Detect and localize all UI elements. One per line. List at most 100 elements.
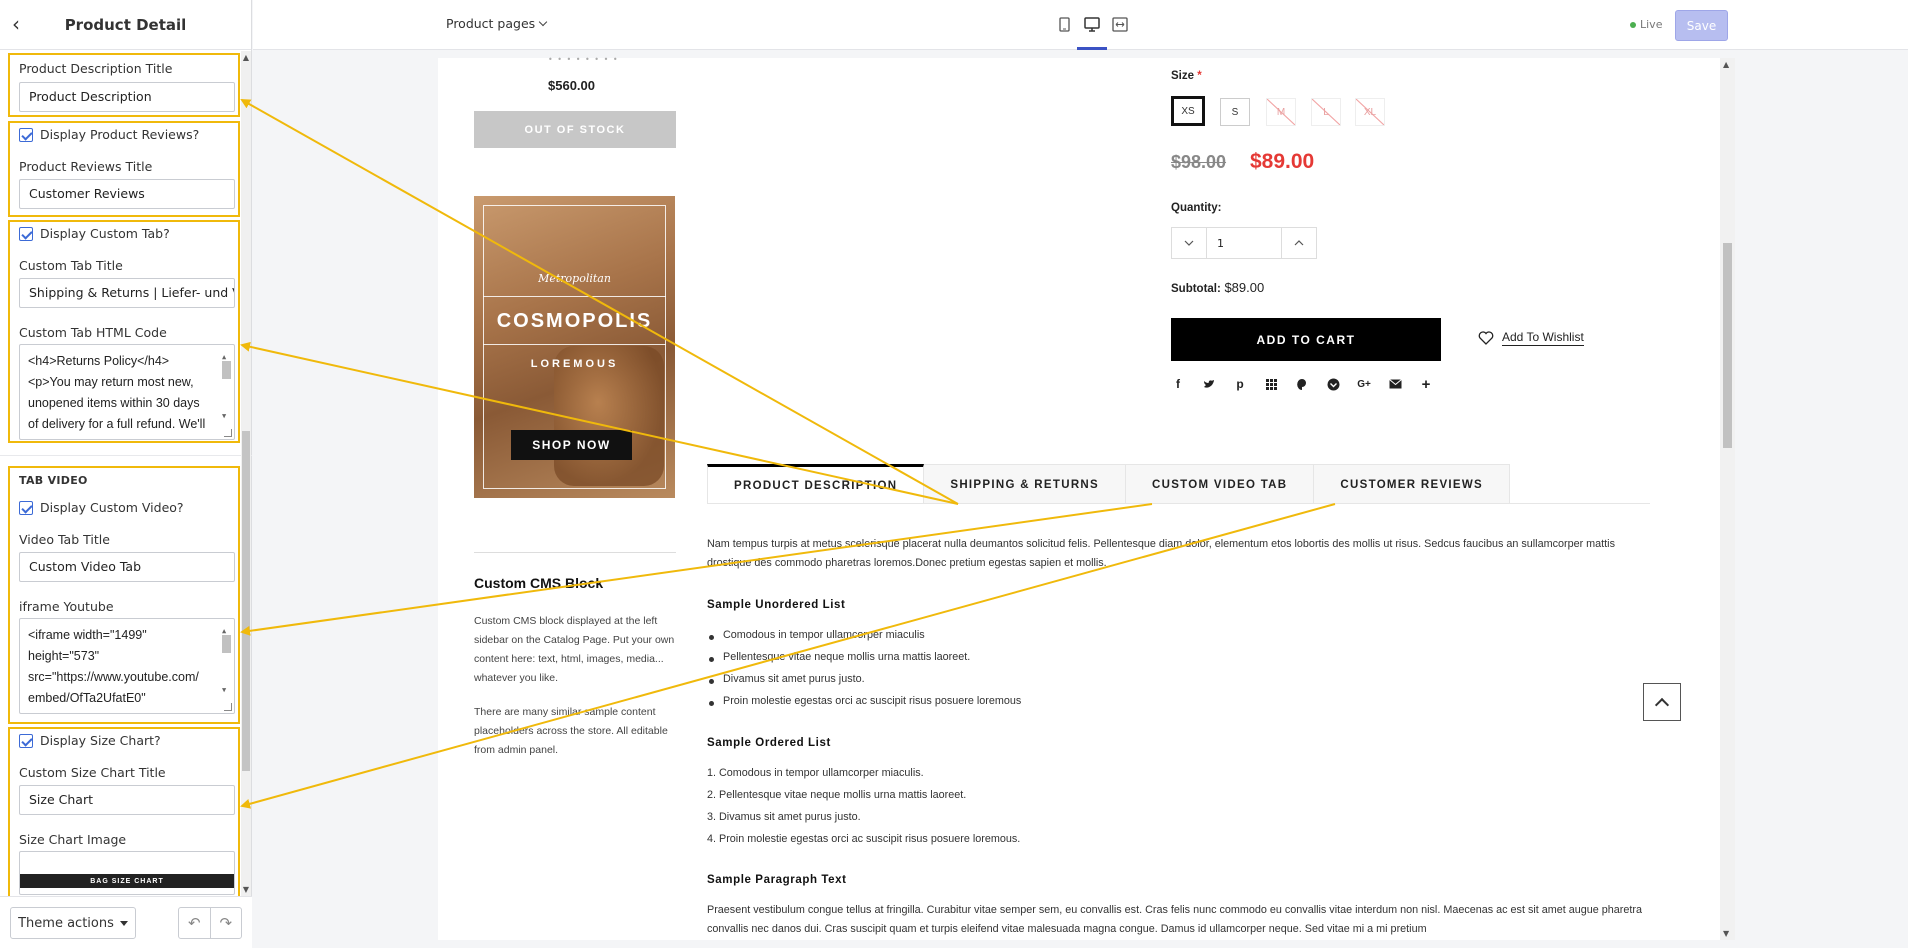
display-size-chart-label: Display Size Chart? bbox=[40, 733, 161, 748]
tab-customer-reviews[interactable]: CUSTOMER REVIEWS bbox=[1314, 464, 1511, 504]
pinterest-icon[interactable]: p bbox=[1233, 377, 1247, 391]
tab-custom-video[interactable]: CUSTOM VIDEO TAB bbox=[1126, 464, 1315, 504]
tab-product-description[interactable]: PRODUCT DESCRIPTION bbox=[707, 464, 925, 504]
theme-actions-button[interactable]: Theme actions bbox=[10, 907, 136, 939]
redo-icon[interactable]: ↷ bbox=[209, 908, 242, 938]
settings-sidebar: ‹ Product Detail Product Description Tit… bbox=[0, 0, 252, 948]
textarea-scrollbar[interactable]: ▲ ▼ bbox=[220, 621, 232, 709]
size-option[interactable]: XS bbox=[1171, 96, 1205, 126]
tabs-divider bbox=[707, 503, 1650, 504]
scroll-up-icon[interactable]: ▲ bbox=[241, 53, 251, 62]
chevron-down-icon bbox=[538, 17, 548, 27]
custom-tab-title-input[interactable]: Shipping & Returns | Liefer- und Ve bbox=[19, 278, 235, 308]
pocket-icon[interactable] bbox=[1326, 377, 1340, 391]
resize-grip-icon[interactable] bbox=[224, 429, 232, 437]
back-arrow-icon[interactable]: ‹ bbox=[12, 14, 32, 34]
scroll-down-icon[interactable]: ▼ bbox=[241, 885, 251, 894]
resize-grip-icon[interactable] bbox=[224, 703, 232, 711]
code-line: unopened items within 30 days bbox=[28, 396, 200, 410]
increase-quantity-button[interactable] bbox=[1282, 228, 1316, 258]
google-plus-icon[interactable]: G+ bbox=[1357, 377, 1371, 391]
heart-icon bbox=[1478, 331, 1494, 345]
display-reviews-label: Display Product Reviews? bbox=[40, 127, 200, 142]
shop-now-button[interactable]: SHOP NOW bbox=[511, 430, 632, 460]
live-label: Live bbox=[1640, 18, 1663, 31]
product-description-group: Product Description Title Product Descri… bbox=[8, 53, 240, 117]
size-chart-image-label: Size Chart Image bbox=[19, 832, 127, 847]
list-item: Proin molestie egestas orci ac suscipit … bbox=[708, 695, 1022, 707]
undo-icon[interactable]: ↶ bbox=[179, 908, 210, 938]
size-chart-group: Display Size Chart? Custom Size Chart Ti… bbox=[8, 727, 240, 896]
scroll-down-icon[interactable]: ▼ bbox=[1723, 929, 1729, 938]
sidebar-footer: Theme actions ↶ ↷ bbox=[0, 896, 252, 948]
out-of-stock-button[interactable]: OUT OF STOCK bbox=[474, 111, 676, 148]
desktop-view-icon[interactable] bbox=[1077, 12, 1107, 50]
promo-banner[interactable]: Metropolitan COSMOPOLIS LOREMOUS SHOP NO… bbox=[474, 196, 675, 498]
banner-headline: COSMOPOLIS bbox=[496, 310, 653, 332]
email-icon[interactable] bbox=[1388, 377, 1402, 391]
cms-block-title: Custom CMS Block bbox=[474, 575, 604, 591]
cms-divider bbox=[474, 552, 676, 553]
add-to-wishlist-link[interactable]: Add To Wishlist bbox=[1478, 330, 1584, 346]
video-tab-title-label: Video Tab Title bbox=[19, 532, 110, 547]
textarea-scrollbar[interactable]: ▲ ▼ bbox=[220, 347, 232, 435]
caret-down-icon bbox=[119, 920, 128, 926]
video-tab-group: TAB VIDEO Display Custom Video? Video Ta… bbox=[8, 466, 240, 724]
subtotal-label: Subtotal: bbox=[1171, 283, 1221, 295]
mobile-view-icon[interactable] bbox=[1055, 12, 1073, 36]
twitter-icon[interactable] bbox=[1202, 377, 1216, 391]
video-tab-title-input[interactable]: Custom Video Tab bbox=[19, 552, 235, 582]
display-custom-tab-checkbox[interactable]: Display Custom Tab? bbox=[19, 226, 170, 241]
add-to-cart-button[interactable]: ADD TO CART bbox=[1171, 318, 1441, 361]
social-share-row: f p G+ + bbox=[1171, 376, 1433, 393]
tab-video-section-heading: TAB VIDEO bbox=[19, 474, 88, 487]
size-chart-title-input[interactable]: Size Chart bbox=[19, 785, 235, 815]
display-reviews-checkbox[interactable]: Display Product Reviews? bbox=[19, 127, 199, 142]
tab-shipping-returns[interactable]: SHIPPING & RETURNS bbox=[924, 464, 1126, 504]
product-tabs: PRODUCT DESCRIPTION SHIPPING & RETURNS C… bbox=[707, 464, 1511, 504]
quantity-input[interactable]: 1 bbox=[1206, 228, 1282, 258]
live-status: Live bbox=[1630, 18, 1662, 31]
reviews-title-input[interactable]: Customer Reviews bbox=[19, 179, 235, 209]
product-description-title-input[interactable]: Product Description bbox=[19, 82, 235, 112]
code-line: height="573" bbox=[28, 649, 100, 663]
display-custom-tab-label: Display Custom Tab? bbox=[40, 226, 170, 241]
preview-scroll-thumb[interactable] bbox=[1723, 243, 1732, 448]
facebook-icon[interactable]: f bbox=[1171, 377, 1185, 391]
size-option[interactable]: S bbox=[1220, 98, 1250, 126]
pin-share-icon[interactable] bbox=[1295, 377, 1309, 391]
size-option-disabled[interactable]: M bbox=[1266, 98, 1296, 126]
back-to-top-button[interactable] bbox=[1643, 683, 1681, 721]
scroll-up-icon[interactable]: ▲ bbox=[1723, 60, 1729, 69]
sidebar-scrollbar[interactable]: ▲ ▼ bbox=[241, 51, 251, 896]
page-type-dropdown[interactable]: Product pages bbox=[446, 16, 548, 31]
quantity-stepper: 1 bbox=[1171, 227, 1317, 259]
sidebar-scroll-thumb[interactable] bbox=[242, 431, 250, 771]
plus-share-icon[interactable]: + bbox=[1419, 376, 1433, 393]
banner-divider bbox=[483, 296, 666, 297]
display-custom-video-checkbox[interactable]: Display Custom Video? bbox=[19, 500, 184, 515]
fullscreen-view-icon[interactable] bbox=[1111, 12, 1129, 36]
iframe-youtube-textarea[interactable]: <iframe width="1499" height="573" src="h… bbox=[19, 618, 235, 714]
unordered-list-heading: Sample Unordered List bbox=[707, 599, 846, 611]
size-label: Size * bbox=[1171, 70, 1202, 82]
related-product-price: $560.00 bbox=[548, 78, 595, 93]
banner-divider bbox=[483, 344, 666, 345]
custom-tab-html-textarea[interactable]: <h4>Returns Policy</h4> <p>You may retur… bbox=[19, 344, 235, 440]
custom-tab-group: Display Custom Tab? Custom Tab Title Shi… bbox=[8, 220, 240, 443]
display-custom-video-label: Display Custom Video? bbox=[40, 500, 184, 515]
size-chart-title-label: Custom Size Chart Title bbox=[19, 765, 166, 780]
sidebar-title: Product Detail bbox=[64, 15, 187, 34]
sample-paragraph: Praesent vestibulum congue tellus at fri… bbox=[707, 904, 1642, 935]
preview-scrollbar[interactable]: ▲ ▼ bbox=[1720, 58, 1735, 940]
subtotal-value: $89.00 bbox=[1224, 280, 1265, 295]
size-chart-image-picker[interactable]: BAG SIZE CHART bbox=[19, 851, 235, 895]
size-option-disabled[interactable]: L bbox=[1311, 98, 1341, 126]
theme-actions-label: Theme actions bbox=[18, 915, 114, 931]
size-option-disabled[interactable]: XL bbox=[1355, 98, 1385, 126]
grid-share-icon[interactable] bbox=[1264, 377, 1278, 391]
description-intro: Nam tempus turpis at metus scelerisque p… bbox=[707, 538, 1615, 569]
save-button[interactable]: Save bbox=[1675, 10, 1728, 41]
display-size-chart-checkbox[interactable]: Display Size Chart? bbox=[19, 733, 161, 748]
decrease-quantity-button[interactable] bbox=[1172, 228, 1206, 258]
